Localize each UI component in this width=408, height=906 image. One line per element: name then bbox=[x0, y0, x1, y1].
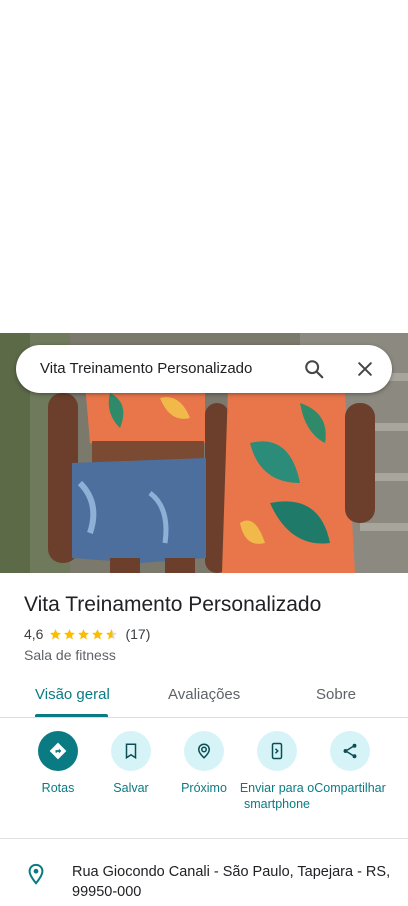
star-icon bbox=[49, 628, 62, 641]
star-icon bbox=[105, 628, 118, 641]
star-icon bbox=[77, 628, 90, 641]
divider bbox=[0, 838, 408, 839]
nearby-icon bbox=[184, 731, 224, 771]
place-title: Vita Treinamento Personalizado bbox=[24, 593, 322, 616]
share-button[interactable]: Compartilhar bbox=[308, 731, 392, 796]
star-icon bbox=[91, 628, 104, 641]
active-tab-indicator bbox=[35, 714, 108, 717]
tab-bar: Visão geral Avaliações Sobre bbox=[0, 680, 408, 718]
nearby-button[interactable]: Próximo bbox=[162, 731, 246, 796]
close-icon[interactable] bbox=[353, 357, 377, 381]
tab-about[interactable]: Sobre bbox=[316, 686, 356, 703]
send-to-phone-icon bbox=[257, 731, 297, 771]
tab-overview[interactable]: Visão geral bbox=[35, 686, 110, 703]
share-icon bbox=[330, 731, 370, 771]
search-icon[interactable] bbox=[302, 357, 326, 381]
rating-row[interactable]: 4,6 (17) bbox=[24, 626, 150, 642]
review-count[interactable]: (17) bbox=[125, 626, 150, 642]
star-icon bbox=[63, 628, 76, 641]
directions-label: Rotas bbox=[41, 781, 75, 795]
map-area[interactable] bbox=[0, 0, 408, 333]
place-category[interactable]: Sala de fitness bbox=[24, 647, 116, 663]
directions-icon bbox=[38, 731, 78, 771]
search-bar[interactable]: Vita Treinamento Personalizado bbox=[16, 345, 392, 393]
location-pin-icon bbox=[25, 863, 47, 885]
action-buttons: Rotas Salvar Próximo Enviar para o smart… bbox=[0, 731, 408, 839]
save-label: Salvar bbox=[113, 781, 149, 795]
share-label: Compartilhar bbox=[314, 781, 386, 795]
rating-stars bbox=[49, 628, 119, 641]
nearby-label: Próximo bbox=[181, 781, 227, 795]
rating-value: 4,6 bbox=[24, 626, 44, 642]
tab-reviews[interactable]: Avaliações bbox=[168, 686, 240, 703]
directions-button[interactable]: Rotas bbox=[16, 731, 100, 796]
address-text: Rua Giocondo Canali - São Paulo, Tapejar… bbox=[72, 864, 391, 900]
send-to-phone-button[interactable]: Enviar para o smartphone bbox=[235, 731, 319, 812]
bookmark-icon bbox=[111, 731, 151, 771]
save-button[interactable]: Salvar bbox=[89, 731, 173, 796]
send-to-phone-label: Enviar para o smartphone bbox=[239, 781, 315, 811]
search-input[interactable]: Vita Treinamento Personalizado bbox=[40, 360, 252, 377]
